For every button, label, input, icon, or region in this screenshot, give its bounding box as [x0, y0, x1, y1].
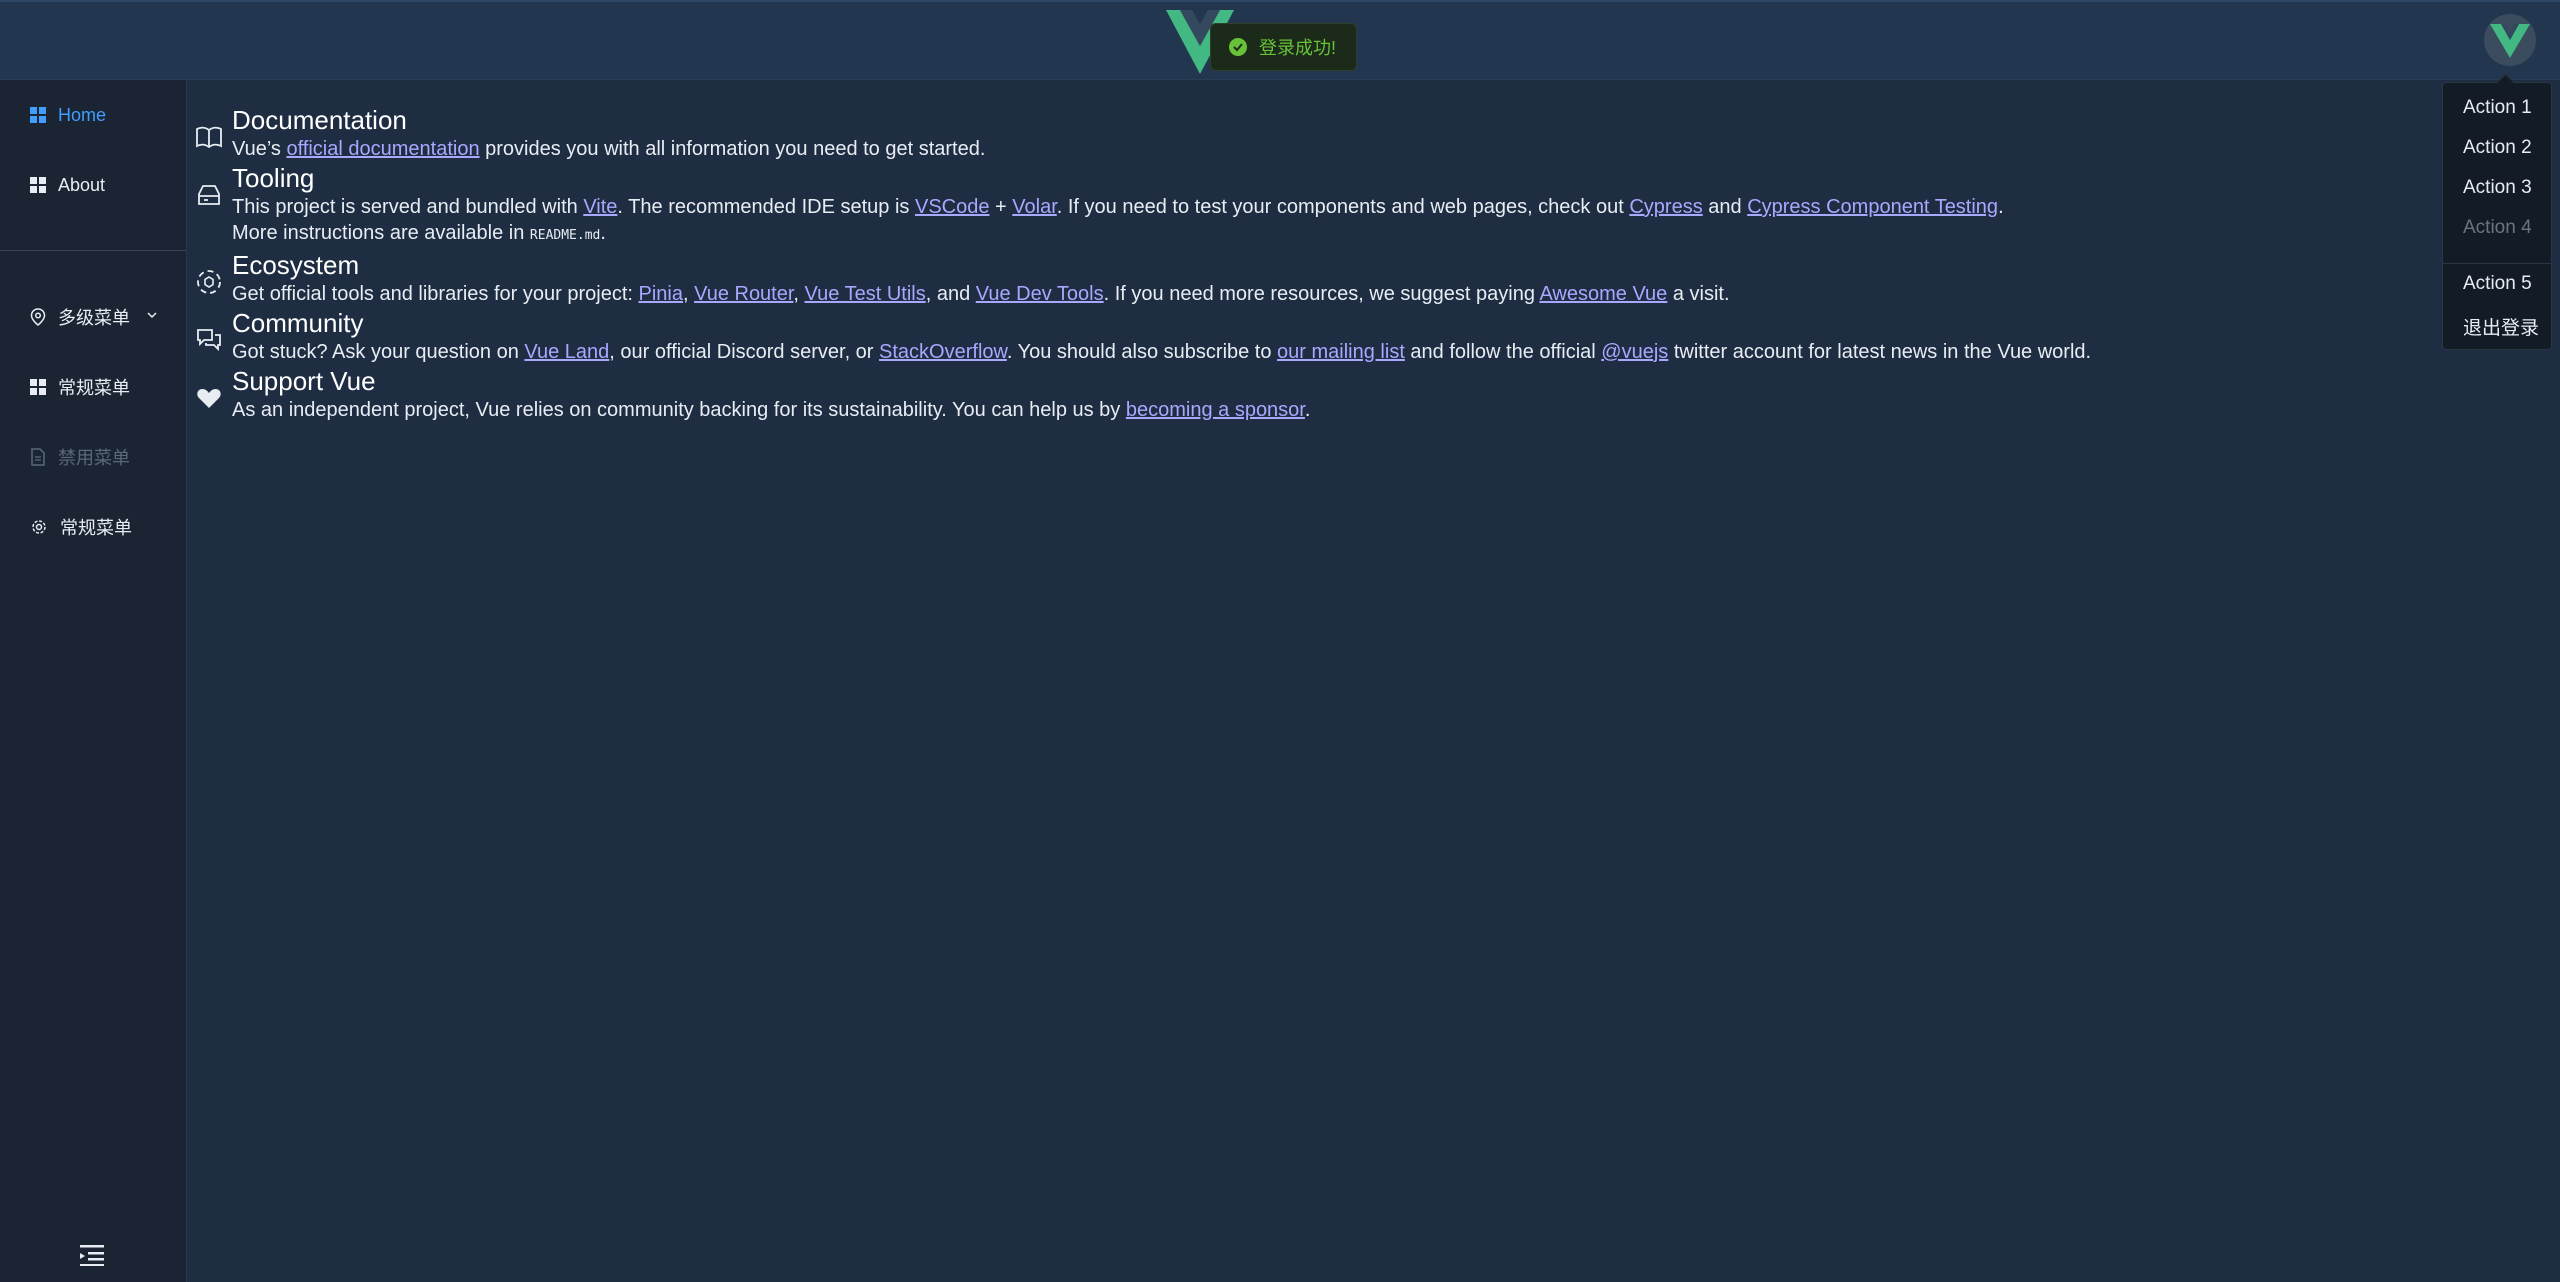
dropdown-logout[interactable]: 退出登录 — [2463, 313, 2539, 340]
section-title: Ecosystem — [232, 250, 360, 280]
sidebar-item-label: 多级菜单 — [58, 308, 130, 328]
collapse-menu-icon[interactable] — [80, 1244, 106, 1266]
sidebar-divider — [0, 250, 186, 251]
section-text: Got stuck? Ask your question on Vue Land… — [232, 341, 2092, 363]
main-content: Documentation Vue’s official documentati… — [196, 104, 2436, 423]
top-header: 登录成功! — [0, 0, 2560, 80]
link-pinia[interactable]: Pinia — [638, 283, 682, 305]
location-pin-icon — [30, 308, 46, 326]
sidebar-item-disabled: 禁用菜单 — [0, 429, 186, 485]
sidebar-item-regular-2[interactable]: 常规菜单 — [0, 499, 186, 555]
section-text: This project is served and bundled with … — [232, 196, 2004, 218]
check-circle-icon — [1229, 38, 1247, 56]
grid-icon — [30, 379, 46, 395]
link-official-docs[interactable]: official documentation — [286, 138, 479, 160]
sidebar-item-multilevel[interactable]: 多级菜单 — [0, 289, 186, 345]
link-cypress[interactable]: Cypress — [1629, 196, 1702, 218]
dropdown-action-4: Action 4 — [2463, 217, 2532, 238]
section-title: Support Vue — [232, 366, 376, 396]
link-awesome-vue[interactable]: Awesome Vue — [1539, 283, 1667, 305]
link-mailing-list[interactable]: our mailing list — [1277, 341, 1405, 363]
success-toast: 登录成功! — [1210, 23, 1358, 71]
link-vue-dev-tools[interactable]: Vue Dev Tools — [976, 283, 1104, 305]
sidebar-item-regular-1[interactable]: 常规菜单 — [0, 359, 186, 415]
link-volar[interactable]: Volar — [1012, 196, 1056, 218]
link-cypress-component-testing[interactable]: Cypress Component Testing — [1747, 196, 1998, 218]
chat-bubbles-icon — [197, 329, 221, 352]
section-text-2: More instructions are available in READM… — [232, 222, 606, 244]
grid-icon — [30, 177, 46, 193]
link-stackoverflow[interactable]: StackOverflow — [879, 341, 1007, 363]
section-title: Tooling — [232, 163, 315, 193]
gear-icon — [32, 520, 46, 534]
link-vue-land[interactable]: Vue Land — [524, 341, 609, 363]
section-documentation: Documentation Vue’s official documentati… — [196, 104, 2436, 162]
heart-icon — [197, 389, 221, 408]
section-title: Documentation — [232, 105, 407, 135]
dropdown-action-3[interactable]: Action 3 — [2463, 177, 2532, 199]
readme-code: README.md — [529, 228, 601, 243]
sidebar-item-label: About — [58, 174, 106, 195]
sidebar-item-label: 常规菜单 — [60, 518, 132, 538]
dropdown-action-1[interactable]: Action 1 — [2463, 97, 2532, 119]
section-text: Get official tools and libraries for you… — [232, 283, 1730, 305]
section-community: Community Got stuck? Ask your question o… — [196, 307, 2436, 365]
link-becoming-sponsor[interactable]: becoming a sponsor — [1126, 399, 1305, 421]
sidebar-item-label: Home — [58, 104, 107, 125]
link-vuejs-twitter[interactable]: @vuejs — [1601, 341, 1668, 363]
book-icon — [196, 126, 222, 149]
ecosystem-icon — [197, 270, 221, 294]
chevron-down-icon — [147, 312, 157, 319]
link-vue-router[interactable]: Vue Router — [694, 283, 793, 305]
section-text: As an independent project, Vue relies on… — [232, 399, 1311, 421]
sidebar: Home About 多级菜单 常规菜单 禁用菜单 常规菜单 — [0, 80, 187, 1282]
section-text: Vue’s official documentation provides yo… — [232, 138, 986, 160]
section-title: Community — [232, 308, 364, 338]
vue-avatar-icon — [2490, 24, 2530, 58]
sidebar-item-label: 禁用菜单 — [58, 448, 130, 468]
grid-icon — [30, 107, 46, 123]
user-avatar[interactable] — [2484, 14, 2536, 66]
link-vite[interactable]: Vite — [583, 196, 617, 218]
document-icon — [31, 448, 45, 466]
dropdown-divider — [2443, 263, 2551, 264]
section-tooling: Tooling This project is served and bundl… — [196, 162, 2436, 249]
toast-message: 登录成功! — [1259, 38, 1337, 58]
sidebar-item-home[interactable]: Home — [0, 87, 186, 143]
sidebar-item-about[interactable]: About — [0, 157, 186, 213]
section-ecosystem: Ecosystem Get official tools and librari… — [196, 249, 2436, 307]
toolbox-icon — [198, 185, 220, 205]
link-vue-test-utils[interactable]: Vue Test Utils — [805, 283, 926, 305]
sidebar-item-label: 常规菜单 — [58, 378, 130, 398]
link-vscode[interactable]: VSCode — [915, 196, 990, 218]
section-support: Support Vue As an independent project, V… — [196, 365, 2436, 423]
user-dropdown-menu: Action 1 Action 2 Action 3 Action 4 Acti… — [2442, 73, 2552, 350]
dropdown-action-2[interactable]: Action 2 — [2463, 137, 2532, 159]
dropdown-action-5[interactable]: Action 5 — [2463, 273, 2532, 295]
